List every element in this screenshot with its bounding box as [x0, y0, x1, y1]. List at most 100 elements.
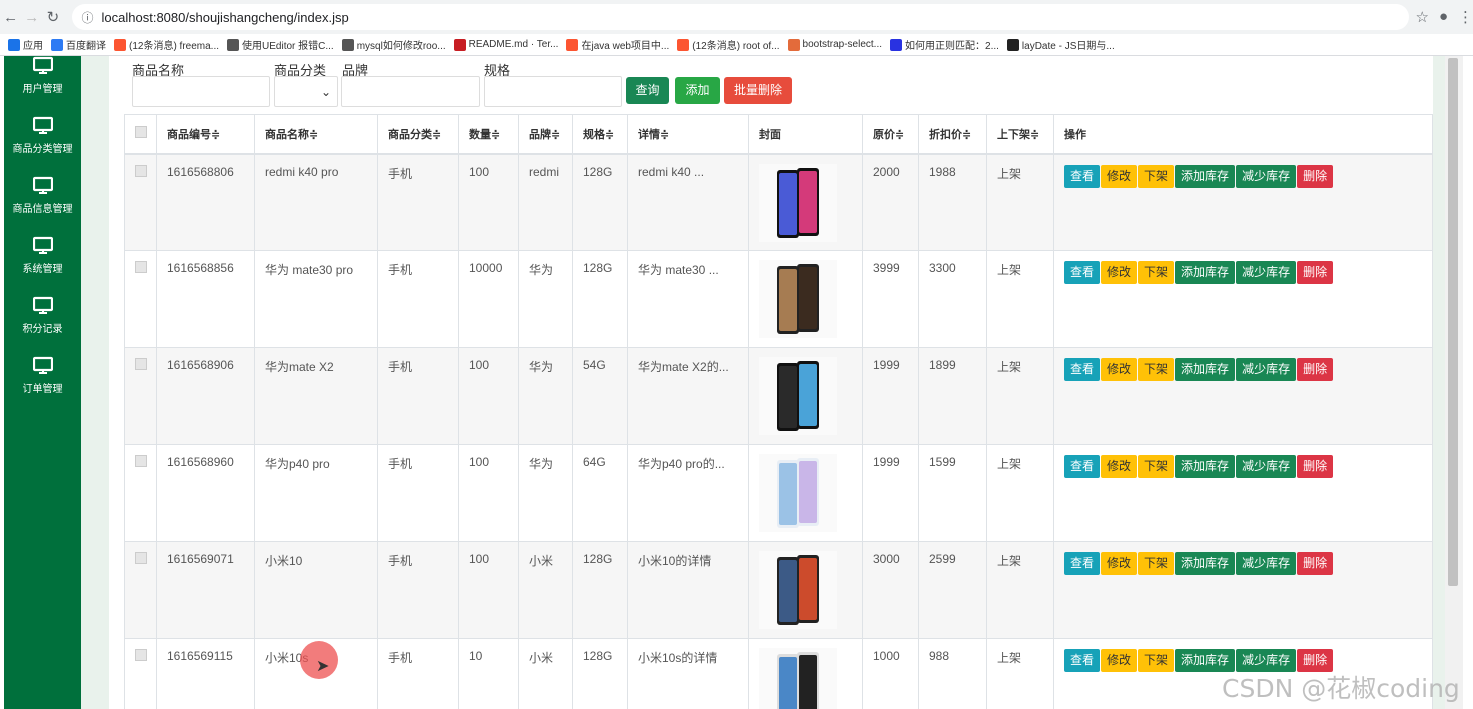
table-row[interactable]: 1616568906 华为mate X2 手机 100 华为 54G 华为mate X2的.… [124, 347, 1433, 445]
bookmark-item[interactable]: layDate - JS日期与... [1006, 37, 1115, 52]
off-shelf-button[interactable]: 下架 [1138, 261, 1175, 284]
edit-button[interactable]: 修改 [1101, 261, 1138, 284]
name-input[interactable] [132, 76, 270, 107]
bookmark-item[interactable]: mysql如何修改roo... [341, 37, 446, 52]
account-icon[interactable]: ● [1439, 8, 1448, 26]
column-header-brand[interactable]: 品牌≑ [518, 114, 573, 155]
add-stock-button[interactable]: 添加库存 [1175, 261, 1236, 284]
delete-button[interactable]: 删除 [1297, 552, 1334, 575]
cell-qty: 100 [458, 153, 519, 251]
table-row[interactable]: 1616568960 华为p40 pro 手机 100 华为 64G 华为p40 pro的.… [124, 444, 1433, 542]
bookmark-item[interactable]: 如何用正则匹配：2... [890, 37, 999, 52]
ueditor-icon [227, 38, 240, 51]
column-header-price[interactable]: 原价≑ [862, 114, 919, 155]
table-row[interactable]: 1616568856 华为 mate30 pro 手机 10000 华为 128G 华为 m… [124, 250, 1433, 348]
goods-table: 商品编号≑ 商品名称≑ 商品分类≑ 数量≑ 品牌≑ 规格≑ 详情≑ 封面 原价≑ 折扣价≑ 上下架≑… [124, 114, 1433, 709]
off-shelf-button[interactable]: 下架 [1138, 552, 1175, 575]
delete-button[interactable]: 删除 [1297, 261, 1334, 284]
scrollbar-thumb[interactable] [1448, 58, 1458, 586]
sidebar-item[interactable]: 系统管理 [4, 236, 81, 296]
bookmark-item[interactable]: (12条消息) root of... [677, 37, 780, 52]
row-checkbox[interactable] [135, 261, 147, 273]
edit-button[interactable]: 修改 [1101, 455, 1138, 478]
menu-icon[interactable]: ⋮ [1458, 8, 1473, 26]
row-checkbox-cell [124, 153, 157, 251]
spec-input[interactable] [484, 76, 622, 107]
row-checkbox[interactable] [135, 649, 147, 661]
view-button[interactable]: 查看 [1064, 455, 1101, 478]
bookmark-item[interactable]: (12条消息) freema... [114, 37, 219, 52]
add-stock-button[interactable]: 添加库存 [1175, 164, 1236, 188]
table-row[interactable]: 1616568806 redmi k40 pro 手机 100 redmi 128G red… [124, 153, 1433, 251]
reduce-stock-button[interactable]: 减少库存 [1236, 358, 1297, 381]
column-header-detail[interactable]: 详情≑ [627, 114, 749, 155]
info-icon[interactable]: ⓘ [82, 9, 94, 26]
view-button[interactable]: 查看 [1064, 358, 1101, 381]
batch-delete-button[interactable]: 批量删除 [724, 77, 792, 104]
delete-button[interactable]: 删除 [1297, 164, 1334, 188]
cell-status: 上架 [986, 153, 1054, 251]
row-checkbox[interactable] [135, 164, 147, 177]
column-header-status[interactable]: 上下架≑ [986, 114, 1054, 155]
bookmark-label: layDate - JS日期与... [1021, 41, 1115, 52]
bookmark-item[interactable]: 使用UEditor 报错C... [227, 37, 334, 52]
edit-button[interactable]: 修改 [1101, 358, 1138, 381]
reduce-stock-button[interactable]: 减少库存 [1236, 552, 1297, 575]
row-checkbox[interactable] [135, 552, 147, 564]
bookmark-item[interactable]: 应用 [8, 37, 43, 52]
reduce-stock-button[interactable]: 减少库存 [1236, 164, 1297, 188]
edit-button[interactable]: 修改 [1101, 649, 1138, 672]
column-header-cover[interactable]: 封面 [748, 114, 863, 155]
column-header-discount[interactable]: 折扣价≑ [918, 114, 987, 155]
column-header-spec[interactable]: 规格≑ [572, 114, 628, 155]
bookmark-item[interactable]: bootstrap-select... [787, 38, 882, 51]
edit-button[interactable]: 修改 [1101, 552, 1138, 575]
off-shelf-button[interactable]: 下架 [1138, 358, 1175, 381]
column-header-category[interactable]: 商品分类≑ [377, 114, 459, 155]
view-button[interactable]: 查看 [1064, 164, 1101, 188]
view-button[interactable]: 查看 [1064, 261, 1101, 284]
sidebar-item-label: 商品分类管理 [12, 144, 73, 155]
star-icon[interactable]: ☆ [1415, 8, 1428, 26]
reduce-stock-button[interactable]: 减少库存 [1236, 455, 1297, 478]
delete-button[interactable]: 删除 [1297, 358, 1334, 381]
sidebar-item[interactable]: 积分记录 [4, 296, 81, 356]
bookmark-item[interactable]: README.md · Ter... [453, 38, 558, 51]
column-header-id[interactable]: 商品编号≑ [156, 114, 255, 155]
category-select[interactable]: ⌄ [274, 76, 338, 107]
view-button[interactable]: 查看 [1064, 552, 1101, 575]
sidebar-item[interactable]: 商品信息管理 [4, 176, 81, 236]
bookmark-label: 应用 [23, 41, 43, 52]
sidebar-item[interactable]: 用户管理 [4, 56, 81, 116]
add-stock-button[interactable]: 添加库存 [1175, 455, 1236, 478]
reload-icon[interactable]: ↻ [42, 8, 63, 26]
back-icon[interactable]: ← [0, 9, 21, 26]
brand-input[interactable] [341, 76, 480, 107]
bookmark-item[interactable]: 在java web项目中... [566, 37, 669, 52]
off-shelf-button[interactable]: 下架 [1138, 164, 1175, 188]
table-row[interactable]: 1616569071 小米10 手机 100 小米 128G 小米10的详情 3000 2599… [124, 541, 1433, 639]
delete-button[interactable]: 删除 [1297, 455, 1334, 478]
sidebar-item[interactable]: 商品分类管理 [4, 116, 81, 176]
address-bar[interactable]: ⓘ localhost:8080/shoujishangcheng/index.… [71, 4, 1410, 30]
cell-cover [748, 153, 863, 251]
add-stock-button[interactable]: 添加库存 [1175, 552, 1236, 575]
off-shelf-button[interactable]: 下架 [1138, 649, 1175, 672]
query-button[interactable]: 查询 [626, 77, 669, 104]
row-checkbox[interactable] [135, 358, 147, 370]
bookmark-item[interactable]: 百度翻译 [51, 37, 106, 52]
csdn-icon [677, 38, 690, 51]
column-header-qty[interactable]: 数量≑ [458, 114, 519, 155]
reduce-stock-button[interactable]: 减少库存 [1236, 261, 1297, 284]
column-header-name[interactable]: 商品名称≑ [254, 114, 378, 155]
row-checkbox[interactable] [135, 455, 147, 467]
column-header-ops[interactable]: 操作 [1053, 114, 1433, 155]
view-button[interactable]: 查看 [1064, 649, 1101, 672]
edit-button[interactable]: 修改 [1101, 164, 1138, 188]
off-shelf-button[interactable]: 下架 [1138, 455, 1175, 478]
forward-icon[interactable]: → [21, 9, 42, 26]
add-stock-button[interactable]: 添加库存 [1175, 358, 1236, 381]
select-all-checkbox[interactable] [135, 126, 147, 139]
add-button[interactable]: 添加 [675, 77, 720, 104]
sidebar-item[interactable]: 订单管理 [4, 356, 81, 416]
